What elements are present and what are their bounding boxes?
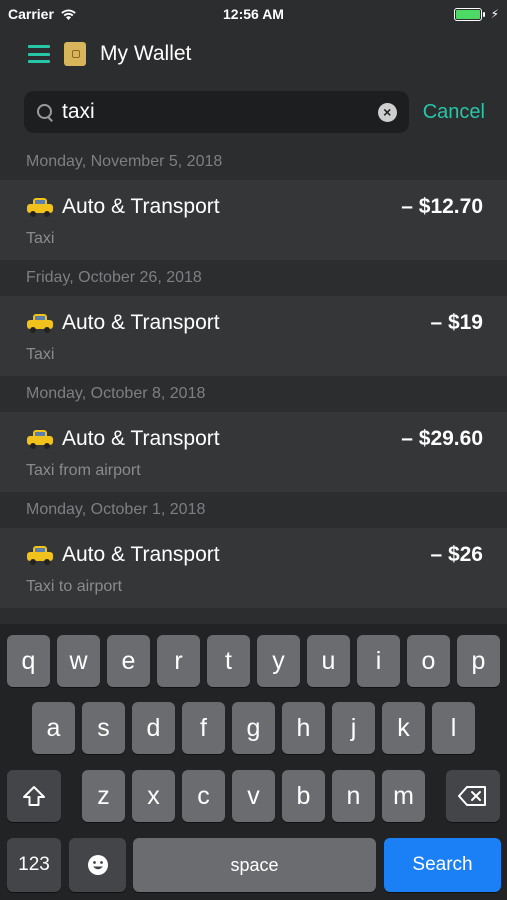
- shift-key[interactable]: [7, 770, 61, 822]
- transaction-note: Taxi: [26, 346, 55, 363]
- search-key[interactable]: Search: [384, 838, 501, 892]
- shift-arrow-icon: [22, 785, 46, 807]
- numbers-key[interactable]: 123: [7, 838, 61, 892]
- key-z[interactable]: z: [82, 770, 125, 822]
- smiley-face-icon: [86, 853, 110, 877]
- space-key[interactable]: space: [133, 838, 376, 892]
- key-s[interactable]: s: [82, 702, 125, 754]
- transaction-note: Taxi from airport: [26, 462, 141, 479]
- app-header: My Wallet: [0, 28, 507, 80]
- key-k[interactable]: k: [382, 702, 425, 754]
- search-icon: [36, 103, 54, 121]
- cancel-button[interactable]: Cancel: [423, 101, 485, 124]
- taxi-icon: [26, 196, 54, 218]
- key-f[interactable]: f: [182, 702, 225, 754]
- key-a[interactable]: a: [32, 702, 75, 754]
- transaction-amount: – $29.60: [401, 427, 483, 450]
- key-g[interactable]: g: [232, 702, 275, 754]
- transaction-category: Auto & Transport: [62, 427, 220, 450]
- transaction-note: Taxi to airport: [26, 578, 123, 595]
- taxi-icon: [26, 428, 54, 450]
- key-q[interactable]: q: [7, 635, 50, 687]
- key-m[interactable]: m: [382, 770, 425, 822]
- page-title: My Wallet: [100, 42, 192, 65]
- wallet-icon: [64, 42, 86, 66]
- search-bar: × Cancel: [0, 84, 507, 140]
- transaction-category: Auto & Transport: [62, 311, 220, 334]
- key-i[interactable]: i: [357, 635, 400, 687]
- clear-search-icon[interactable]: ×: [377, 102, 397, 122]
- search-field-container[interactable]: ×: [24, 91, 409, 133]
- key-l[interactable]: l: [432, 702, 475, 754]
- battery-icon: [453, 7, 485, 21]
- key-r[interactable]: r: [157, 635, 200, 687]
- date-header: Monday, October 1, 2018: [0, 492, 507, 528]
- status-bar: Carrier 12:56 AM ⚡: [0, 0, 507, 28]
- key-p[interactable]: p: [457, 635, 500, 687]
- key-y[interactable]: y: [257, 635, 300, 687]
- transaction-amount: – $12.70: [401, 195, 483, 218]
- key-d[interactable]: d: [132, 702, 175, 754]
- key-v[interactable]: v: [232, 770, 275, 822]
- transaction-amount: – $19: [430, 311, 483, 334]
- date-header: Monday, October 8, 2018: [0, 376, 507, 412]
- transaction-category: Auto & Transport: [62, 195, 220, 218]
- date-header: Monday, November 5, 2018: [0, 144, 507, 180]
- wifi-icon: [60, 8, 77, 21]
- backspace-icon: [458, 785, 488, 807]
- key-n[interactable]: n: [332, 770, 375, 822]
- transaction-list: Monday, November 5, 2018 Auto & Transpor…: [0, 144, 507, 608]
- status-left: Carrier: [8, 6, 77, 22]
- key-t[interactable]: t: [207, 635, 250, 687]
- taxi-icon: [26, 544, 54, 566]
- key-e[interactable]: e: [107, 635, 150, 687]
- transaction-note: Taxi: [26, 230, 55, 247]
- transaction-row[interactable]: Auto & Transport – $12.70 Taxi: [0, 180, 507, 260]
- key-x[interactable]: x: [132, 770, 175, 822]
- key-j[interactable]: j: [332, 702, 375, 754]
- key-h[interactable]: h: [282, 702, 325, 754]
- charging-bolt-icon: ⚡: [490, 7, 499, 21]
- taxi-icon: [26, 312, 54, 334]
- delete-key[interactable]: [446, 770, 500, 822]
- hamburger-menu-icon[interactable]: [28, 45, 50, 63]
- transaction-row[interactable]: Auto & Transport – $19 Taxi: [0, 296, 507, 376]
- transaction-amount: – $26: [430, 543, 483, 566]
- key-b[interactable]: b: [282, 770, 325, 822]
- emoji-key[interactable]: [69, 838, 126, 892]
- key-c[interactable]: c: [182, 770, 225, 822]
- onscreen-keyboard: q w e r t y u i o p a s d f g h j k l z …: [0, 624, 507, 900]
- date-header: Friday, October 26, 2018: [0, 260, 507, 296]
- transaction-row[interactable]: Auto & Transport – $26 Taxi to airport: [0, 528, 507, 608]
- status-right: ⚡: [453, 7, 499, 21]
- key-u[interactable]: u: [307, 635, 350, 687]
- search-input[interactable]: [62, 100, 370, 124]
- key-w[interactable]: w: [57, 635, 100, 687]
- transaction-row[interactable]: Auto & Transport – $29.60 Taxi from airp…: [0, 412, 507, 492]
- transaction-category: Auto & Transport: [62, 543, 220, 566]
- carrier-label: Carrier: [8, 6, 54, 22]
- key-o[interactable]: o: [407, 635, 450, 687]
